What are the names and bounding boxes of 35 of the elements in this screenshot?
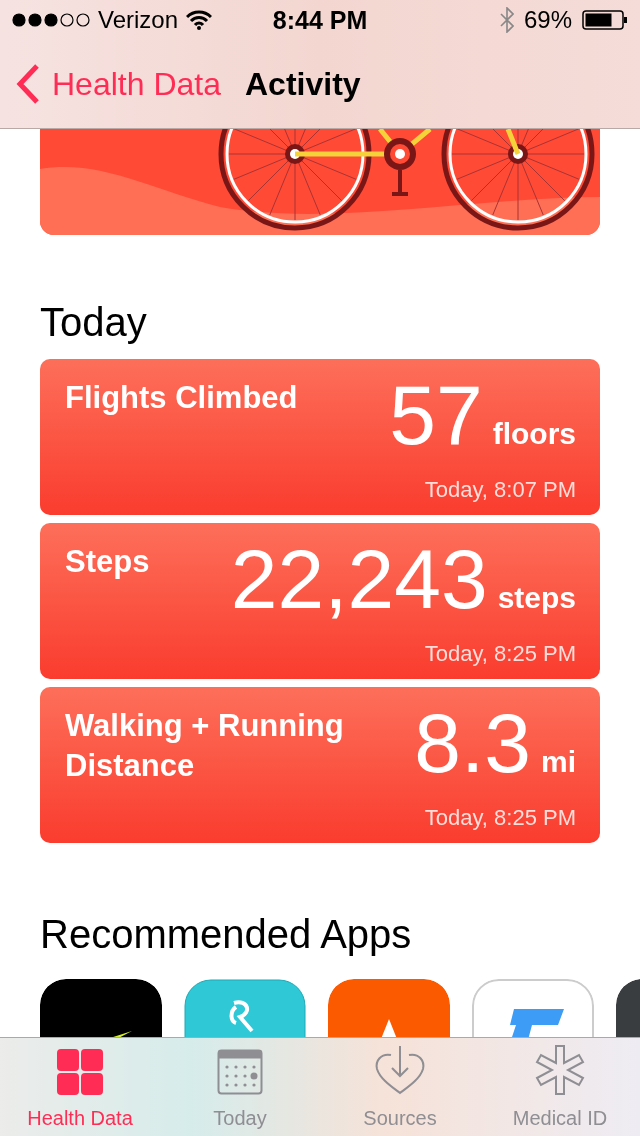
- wifi-icon: [186, 10, 213, 30]
- tab-bar-item[interactable]: Today: [160, 1038, 320, 1136]
- metric-unit: mi: [541, 745, 576, 779]
- metric-value: 8.3: [414, 701, 531, 785]
- metric-value: 22,243: [230, 537, 488, 621]
- metric-card[interactable]: Steps 22,243 steps Today, 8:25 PM: [40, 523, 600, 679]
- clock-time: 8:44 PM: [272, 5, 368, 34]
- metric-value: 57: [389, 373, 483, 457]
- asterisk-icon: [535, 1045, 585, 1095]
- nav-title: Activity: [245, 65, 361, 103]
- chevron-left-icon: [16, 63, 40, 105]
- section-heading: Recommended Apps: [40, 911, 413, 957]
- carrier-name: Verizon: [98, 6, 179, 34]
- metric-card[interactable]: Walking + Running Distance 8.3 mi Today, 8:25 PM: [40, 687, 600, 843]
- metric-timestamp: Today, 8:25 PM: [424, 641, 576, 667]
- battery-icon: [582, 10, 628, 30]
- tab-bar-item[interactable]: Health Data: [0, 1038, 160, 1136]
- metric-title: Walking + Running Distance: [65, 707, 345, 785]
- back-button[interactable]: Health Data: [16, 63, 221, 105]
- bluetooth-icon: [499, 7, 514, 33]
- metric-card[interactable]: Flights Climbed 57 floors Today, 8:07 PM: [40, 359, 600, 515]
- grid-icon: [57, 1049, 103, 1095]
- signal-icon: [12, 13, 90, 27]
- metric-title: Steps: [65, 543, 150, 581]
- section-heading: Today: [40, 299, 148, 345]
- battery-percentage: 69%: [523, 6, 572, 34]
- metric-unit: floors: [492, 417, 576, 451]
- metric-timestamp: Today, 8:07 PM: [424, 477, 576, 503]
- calendar-icon: [217, 1049, 263, 1095]
- metric-title: Flights Climbed: [65, 379, 298, 417]
- tab-bar-item[interactable]: Sources: [320, 1038, 480, 1136]
- metric-unit: steps: [497, 581, 576, 615]
- heart-download-icon: [373, 1045, 427, 1095]
- tab-bar-item[interactable]: Medical ID: [480, 1038, 640, 1136]
- metric-timestamp: Today, 8:25 PM: [424, 805, 576, 831]
